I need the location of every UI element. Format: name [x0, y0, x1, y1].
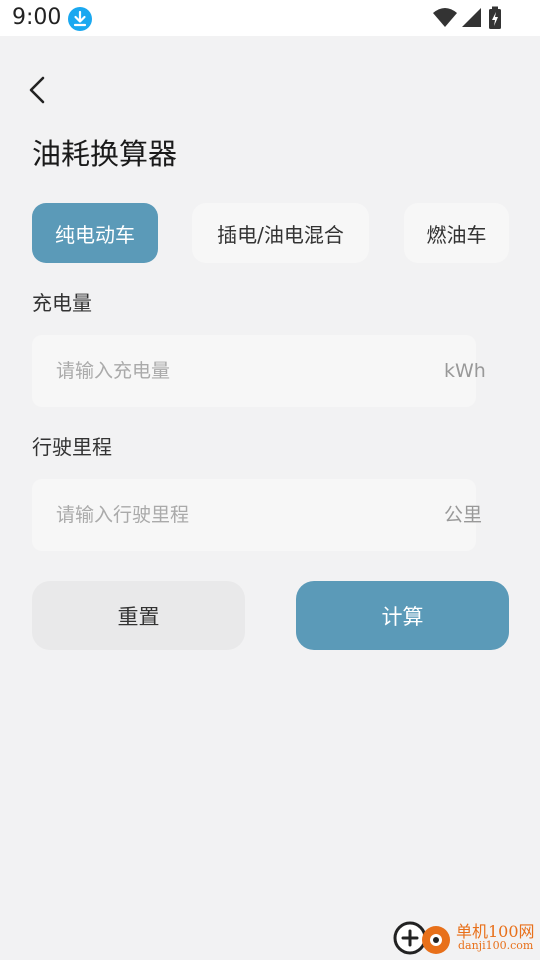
- tab-pure-electric[interactable]: 纯电动车: [32, 203, 158, 263]
- charge-unit: kWh: [444, 360, 486, 382]
- watermark-url: danji100.com: [458, 939, 534, 952]
- distance-field-box: 公里: [32, 479, 482, 551]
- back-button[interactable]: [20, 70, 60, 110]
- tab-hybrid[interactable]: 插电/油电混合: [192, 203, 369, 263]
- battery-charging-icon: [489, 6, 501, 29]
- status-time: 9:00: [12, 5, 62, 30]
- wifi-icon: [433, 8, 457, 27]
- danji100-logo-icon: [393, 921, 450, 955]
- tab-fuel-car[interactable]: 燃油车: [404, 203, 509, 263]
- watermark: 单机100网 danji100.com: [388, 916, 538, 960]
- status-bar: 9:00: [0, 0, 540, 36]
- reset-button[interactable]: 重置: [32, 581, 245, 650]
- chevron-left-icon: [29, 76, 45, 104]
- signal-icon: [462, 8, 481, 27]
- charge-field-box: kWh: [32, 335, 486, 407]
- distance-input[interactable]: [56, 479, 396, 551]
- distance-label: 行驶里程: [32, 435, 112, 459]
- distance-unit: 公里: [444, 504, 483, 526]
- status-icons: [432, 6, 502, 30]
- download-icon: [68, 7, 92, 31]
- charge-input[interactable]: [56, 335, 396, 407]
- charge-label: 充电量: [32, 291, 92, 315]
- page-title: 油耗换算器: [32, 137, 178, 171]
- calculate-button[interactable]: 计算: [296, 581, 509, 650]
